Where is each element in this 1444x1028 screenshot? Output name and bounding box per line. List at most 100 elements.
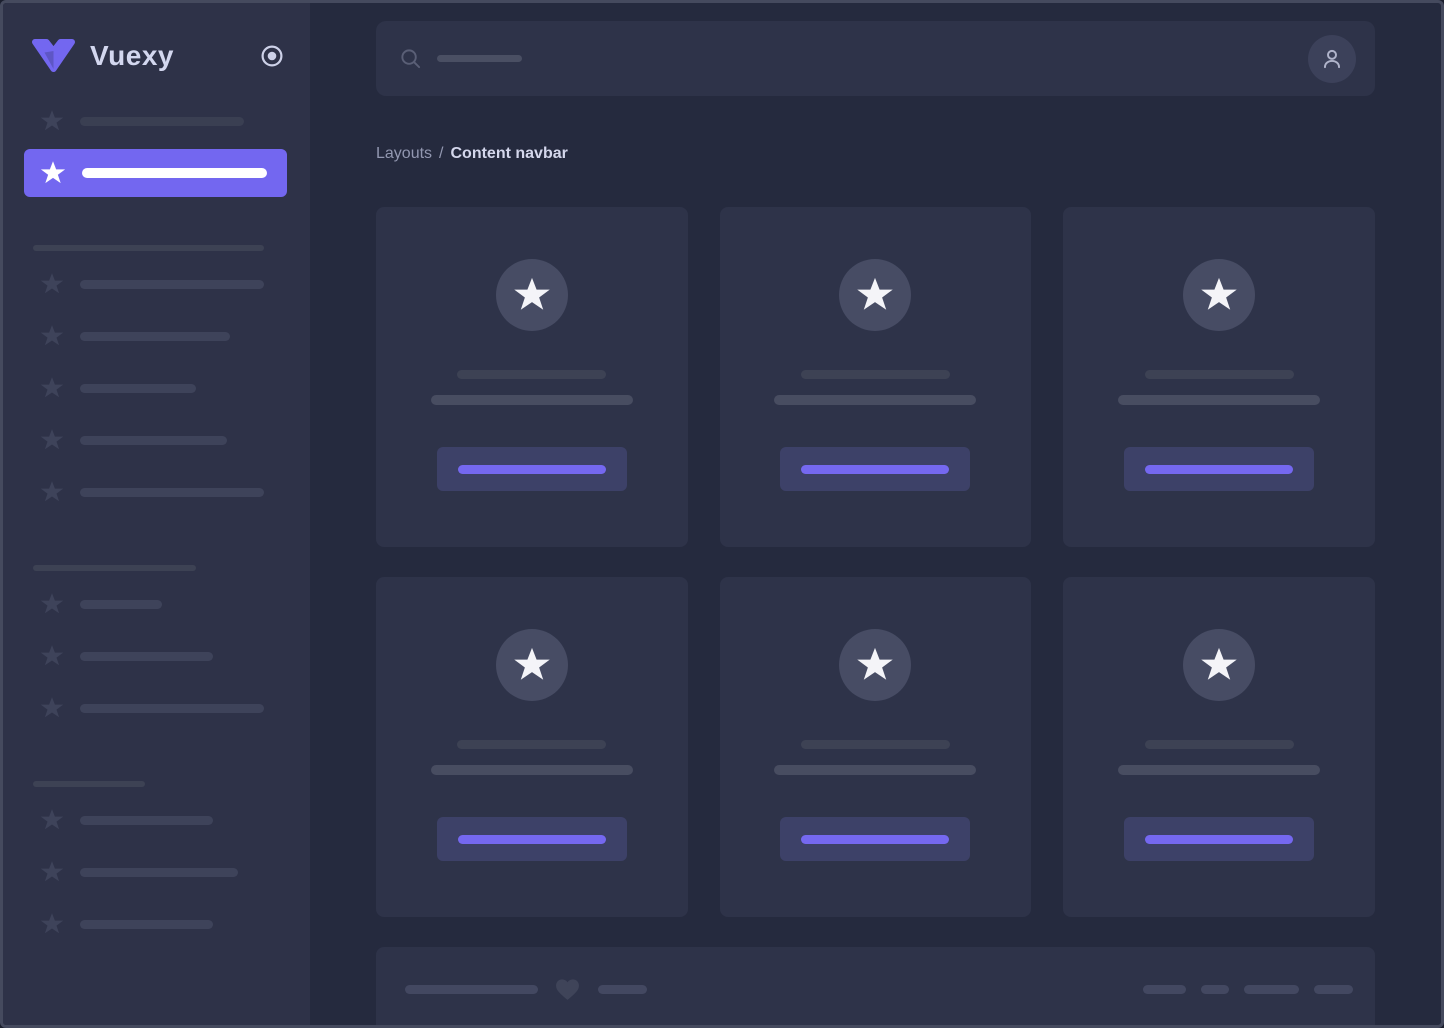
sidebar: Vuexy xyxy=(3,3,310,1025)
app-window: Vuexy xyxy=(0,0,1444,1028)
menu-item-label-placeholder xyxy=(80,332,230,341)
card-subtitle-placeholder xyxy=(431,395,633,405)
footer-link-placeholder xyxy=(1201,985,1229,994)
star-icon xyxy=(40,860,64,884)
footer-row xyxy=(405,978,1353,1000)
vuexy-logo-icon xyxy=(30,38,77,73)
demo-card xyxy=(1063,207,1375,547)
main-content: Layouts/Content navbar xyxy=(310,3,1441,1025)
heart-icon xyxy=(555,978,580,1001)
user-avatar[interactable] xyxy=(1308,35,1356,83)
button-label-placeholder xyxy=(801,465,949,474)
sidebar-menu-item[interactable] xyxy=(40,109,310,133)
card-subtitle-placeholder xyxy=(774,395,976,405)
menu-item-label-placeholder xyxy=(80,280,264,289)
sidebar-header: Vuexy xyxy=(3,3,310,73)
card-grid xyxy=(376,207,1375,917)
sidebar-menu-item[interactable] xyxy=(40,592,310,616)
breadcrumb-link[interactable]: Layouts xyxy=(376,145,432,162)
sidebar-menu-item[interactable] xyxy=(40,808,310,832)
menu-item-label-placeholder xyxy=(80,600,162,609)
demo-card xyxy=(376,207,688,547)
menu-section-placeholder xyxy=(33,781,145,787)
star-icon xyxy=(40,428,64,452)
card-avatar xyxy=(1183,259,1255,331)
sidebar-menu-group xyxy=(3,565,310,720)
star-icon xyxy=(1200,276,1238,314)
sidebar-menu-item[interactable] xyxy=(40,860,310,884)
star-icon xyxy=(40,109,64,133)
star-icon xyxy=(856,276,894,314)
menu-item-label-placeholder xyxy=(80,488,264,497)
card-avatar xyxy=(496,629,568,701)
sidebar-menu-item[interactable] xyxy=(40,696,310,720)
menu-item-label-placeholder xyxy=(80,868,238,877)
footer-link-placeholder xyxy=(1244,985,1299,994)
record-circle-icon xyxy=(260,44,284,68)
sidebar-menu-item[interactable] xyxy=(40,376,310,400)
button-label-placeholder xyxy=(458,835,606,844)
star-icon xyxy=(513,646,551,684)
demo-card xyxy=(720,577,1032,917)
card-subtitle-placeholder xyxy=(1118,395,1320,405)
card-title-placeholder xyxy=(1145,740,1294,749)
menu-item-label-placeholder xyxy=(80,436,227,445)
menu-section-placeholder xyxy=(33,565,196,571)
menu-item-label-placeholder xyxy=(80,920,213,929)
card-action-button[interactable] xyxy=(1124,447,1314,491)
sidebar-menu-item[interactable] xyxy=(40,324,310,348)
card-title-placeholder xyxy=(457,740,606,749)
sidebar-toggle-button[interactable] xyxy=(260,44,284,68)
star-icon xyxy=(40,808,64,832)
sidebar-menu-item[interactable] xyxy=(40,272,310,296)
card-action-button[interactable] xyxy=(780,817,970,861)
card-action-button[interactable] xyxy=(437,447,627,491)
star-icon xyxy=(40,592,64,616)
star-icon xyxy=(1200,646,1238,684)
star-icon xyxy=(40,376,64,400)
brand-name: Vuexy xyxy=(90,40,174,72)
card-title-placeholder xyxy=(801,370,950,379)
card-title-placeholder xyxy=(801,740,950,749)
card-title-placeholder xyxy=(1145,370,1294,379)
card-subtitle-placeholder xyxy=(774,765,976,775)
search-button[interactable] xyxy=(399,47,422,70)
star-icon xyxy=(40,696,64,720)
sidebar-active-menu-item[interactable] xyxy=(24,149,287,197)
sidebar-menu-item[interactable] xyxy=(40,428,310,452)
sidebar-menu-group xyxy=(3,245,310,504)
menu-item-label-placeholder xyxy=(80,384,196,393)
star-icon xyxy=(40,912,64,936)
star-icon xyxy=(40,644,64,668)
card-avatar xyxy=(496,259,568,331)
star-icon xyxy=(856,646,894,684)
menu-item-label-placeholder xyxy=(80,704,264,713)
card-subtitle-placeholder xyxy=(431,765,633,775)
sidebar-menu-item[interactable] xyxy=(40,912,310,936)
breadcrumb-separator: / xyxy=(439,145,443,162)
card-avatar xyxy=(839,629,911,701)
card-action-button[interactable] xyxy=(1124,817,1314,861)
star-icon xyxy=(40,160,66,186)
button-label-placeholder xyxy=(1145,835,1293,844)
star-icon xyxy=(40,272,64,296)
menu-item-label-placeholder xyxy=(80,816,213,825)
sidebar-menu-item[interactable] xyxy=(40,644,310,668)
active-item-label-placeholder xyxy=(82,168,267,178)
star-icon xyxy=(513,276,551,314)
card-action-button[interactable] xyxy=(780,447,970,491)
demo-card xyxy=(720,207,1032,547)
footer-link-placeholder xyxy=(1314,985,1353,994)
footer-text-placeholder xyxy=(405,985,538,994)
card-avatar xyxy=(1183,629,1255,701)
demo-card xyxy=(376,577,688,917)
footer-link-placeholder xyxy=(1143,985,1186,994)
footer-card xyxy=(376,947,1375,1025)
card-action-button[interactable] xyxy=(437,817,627,861)
button-label-placeholder xyxy=(458,465,606,474)
sidebar-menu-item[interactable] xyxy=(40,480,310,504)
sidebar-menu-groups xyxy=(3,245,310,936)
top-navbar xyxy=(376,21,1375,96)
card-subtitle-placeholder xyxy=(1118,765,1320,775)
magnifier-icon xyxy=(399,47,422,70)
